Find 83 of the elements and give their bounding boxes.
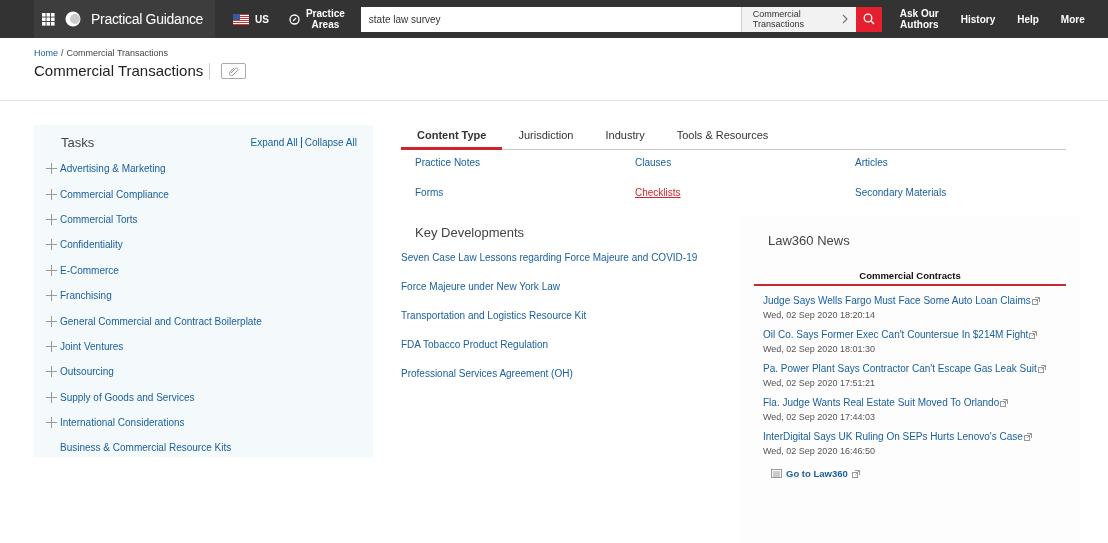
grid-menu-icon[interactable] [42,12,55,26]
development-link[interactable]: Force Majeure under New York Law [401,281,560,292]
news-headline-link[interactable]: Pa. Power Plant Says Contractor Can't Escape Gas Leak Suit [763,363,1037,374]
tasks-title: Tasks [61,135,95,150]
breadcrumb-current: Commercial Transactions [66,48,169,58]
expand-all-link[interactable]: Expand All [250,137,298,148]
news-headline-link[interactable]: Oil Co. Says Former Exec Can't Countersue In $214M Fight [763,329,1029,340]
compass-icon [288,13,300,25]
task-link[interactable]: International Considerations [60,417,185,429]
development-link[interactable]: Professional Services Agreement (OH) [401,368,573,379]
plus-icon[interactable] [46,163,57,175]
plus-icon[interactable] [46,340,57,352]
content-type-link[interactable]: Secondary Materials [855,187,947,198]
development-link[interactable]: Transportation and Logistics Resource Kit [401,310,587,321]
task-link[interactable]: Confidentiality [60,239,123,251]
news-headline-link[interactable]: InterDigital Says UK Ruling On SEPs Hurts Lenovo's Case [763,431,1023,442]
news-title: Law360 News [767,233,851,248]
external-link-icon [1037,364,1046,373]
plus-icon[interactable] [46,264,57,276]
paperclip-icon [228,66,239,76]
task-link[interactable]: Business & Commercial Resource Kits [60,442,232,454]
external-link-icon [851,469,860,478]
practice-areas-button[interactable]: Practice Areas [305,8,345,30]
development-link[interactable]: Seven Case Law Lessons regarding Force Majeure and COVID-19 [401,252,698,263]
nav-link[interactable]: Help [1017,13,1039,25]
search-scope-selector[interactable]: Commercial Transactions [740,6,856,32]
news-headline-link[interactable]: Fla. Judge Wants Real Estate Suit Moved To Orlando [763,397,1000,408]
plus-icon[interactable] [46,391,57,403]
news-date: Wed, 02 Sep 2020 17:44:03 [763,412,876,422]
content-type-link[interactable]: Articles [855,157,888,168]
external-link-icon [1000,398,1009,407]
task-link[interactable]: Franchising [60,290,112,302]
collapse-all-link[interactable]: Collapse All [304,137,357,148]
news-date: Wed, 02 Sep 2020 18:01:30 [763,344,876,354]
news-date: Wed, 02 Sep 2020 17:51:21 [763,378,876,388]
task-link[interactable]: General Commercial and Contract Boilerplate [60,315,262,327]
tab[interactable]: Jurisdiction [502,125,590,150]
content-type-link[interactable]: Checklists [635,187,681,198]
task-link[interactable]: E-Commerce [60,264,119,276]
flag-icon [233,13,249,25]
task-link[interactable]: Commercial Torts [60,213,138,225]
news-date: Wed, 02 Sep 2020 16:46:50 [763,446,876,456]
nav-link[interactable]: Ask Our Authors [899,8,939,30]
external-link-icon [1023,432,1032,441]
breadcrumb-link[interactable]: Home [34,48,58,58]
plus-icon[interactable] [46,315,57,327]
news-date: Wed, 02 Sep 2020 18:20:14 [763,310,876,320]
content-type-link[interactable]: Practice Notes [415,157,481,168]
nav-link[interactable]: More [1060,13,1085,25]
news-tab[interactable]: Commercial Contracts [754,270,1066,286]
attach-button[interactable] [221,63,247,79]
task-link[interactable]: Advertising & Marketing [60,163,166,175]
search-button[interactable] [855,6,882,32]
region-button[interactable]: US [255,13,269,25]
plus-icon[interactable] [46,417,57,429]
search-icon [862,13,875,25]
task-link[interactable]: Supply of Goods and Services [60,391,195,403]
plus-icon[interactable] [46,239,57,251]
go-to-law360-link[interactable]: Go to Law360 [786,468,848,479]
tab[interactable]: Industry [589,125,661,150]
logo-icon [65,11,81,27]
plus-icon[interactable] [46,366,57,378]
breadcrumb-separator: / [61,48,64,58]
tab[interactable]: Content Type [401,125,503,150]
chevron-icon [841,14,848,24]
newspaper-icon [771,469,782,478]
plus-icon[interactable] [46,213,57,225]
plus-icon[interactable] [46,290,57,302]
task-link[interactable]: Commercial Compliance [60,188,169,200]
tab[interactable]: Tools & Resources [660,125,785,150]
external-link-icon [1031,296,1040,305]
content-type-link[interactable]: Forms [415,187,444,198]
development-link[interactable]: FDA Tobacco Product Regulation [401,339,549,350]
key-developments-title: Key Developments [414,225,526,240]
task-link[interactable]: Joint Ventures [60,340,124,352]
task-link[interactable]: Outsourcing [60,366,114,378]
news-headline-link[interactable]: Judge Says Wells Fargo Must Face Some Auto Loan Claims [763,295,1031,306]
content-type-link[interactable]: Clauses [635,157,672,168]
plus-icon[interactable] [46,188,57,200]
external-link-icon [1029,330,1038,339]
search-field[interactable]: state law survey [360,6,741,32]
nav-link[interactable]: History [960,13,996,25]
page-title: Commercial Transactions [34,63,211,79]
